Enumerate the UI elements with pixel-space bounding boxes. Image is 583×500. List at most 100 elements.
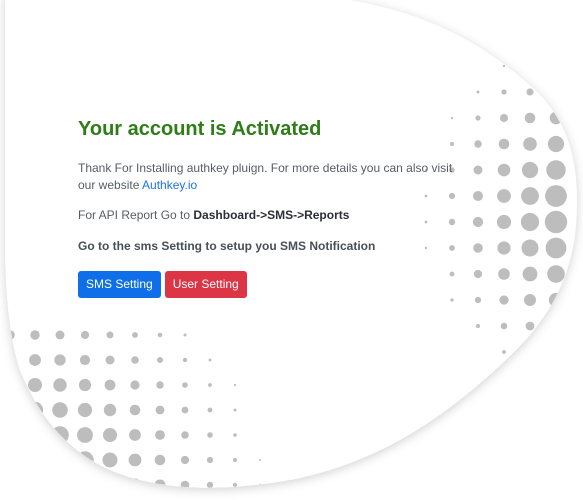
halftone-dot (552, 348, 560, 356)
halftone-dot (499, 295, 509, 305)
halftone-dot (25, 425, 45, 445)
halftone-dot (157, 332, 163, 338)
halftone-dot (548, 292, 564, 308)
halftone-dot (528, 376, 532, 380)
halftone-dot (102, 477, 118, 488)
halftone-dot (522, 266, 538, 282)
halftone-dot (524, 112, 536, 124)
halftone-dot (77, 402, 93, 418)
halftone-dot (106, 331, 114, 339)
halftone-dot (157, 357, 163, 363)
halftone-dot (128, 453, 142, 467)
halftone-dot (233, 458, 237, 462)
halftone-dot (181, 431, 189, 439)
halftone-dot (5, 449, 21, 471)
halftone-dot (475, 115, 481, 121)
halftone-dot (29, 354, 41, 366)
halftone-dot (521, 239, 539, 257)
halftone-dot (232, 482, 238, 488)
halftone-dot (497, 241, 511, 255)
setting-note: Go to the sms Setting to setup you SMS N… (78, 239, 376, 253)
halftone-dot (28, 378, 42, 392)
halftone-dot (80, 330, 90, 340)
button-row: SMS Setting User Setting (78, 271, 458, 298)
halftone-dot (49, 474, 71, 488)
halftone-dot (496, 214, 512, 230)
halftone-dot (130, 380, 140, 390)
halftone-dot (131, 356, 139, 364)
halftone-dot (450, 298, 454, 302)
halftone-dot (104, 379, 116, 391)
halftone-dot (105, 355, 115, 365)
halftone-dot (523, 137, 537, 151)
halftone-dot (233, 383, 237, 387)
halftone-dot (156, 381, 164, 389)
halftone-dot (51, 426, 69, 444)
halftone-dot (50, 450, 70, 470)
halftone-dot (23, 473, 47, 488)
halftone-dot (476, 324, 480, 328)
halftone-dot (521, 187, 539, 205)
halftone-dot (524, 294, 536, 306)
halftone-dot (5, 377, 18, 393)
halftone-dot (547, 135, 565, 153)
halftone-dot (498, 138, 510, 150)
api-report-prefix: For API Report Go to (78, 208, 194, 222)
halftone-dot (103, 428, 117, 442)
halftone-dot (52, 402, 68, 418)
halftone-dot (5, 472, 23, 488)
halftone-dot (182, 382, 188, 388)
halftone-dot (497, 189, 511, 203)
halftone-dot (155, 405, 165, 415)
halftone-dot (476, 90, 480, 94)
halftone-dot (497, 163, 511, 177)
halftone-dot (180, 455, 190, 465)
halftone-dot (526, 88, 534, 96)
halftone-dot (551, 87, 561, 97)
halftone-dot (132, 332, 138, 338)
halftone-dot (54, 354, 66, 366)
user-setting-button[interactable]: User Setting (164, 271, 247, 298)
halftone-dot (208, 383, 212, 387)
halftone-dot (155, 430, 165, 440)
halftone-dot (472, 216, 484, 228)
halftone-dot (180, 480, 190, 488)
halftone-dot (473, 191, 483, 201)
sms-setting-button[interactable]: SMS Setting (78, 271, 161, 298)
authkey-link[interactable]: Authkey.io (142, 178, 197, 192)
halftone-dot (549, 111, 563, 125)
halftone-dot (474, 140, 482, 148)
halftone-dot (79, 354, 91, 366)
halftone-dot (527, 349, 533, 355)
halftone-dot (206, 481, 214, 488)
halftone-dot (102, 452, 118, 468)
halftone-dot (77, 427, 93, 443)
halftone-dot (129, 429, 141, 441)
api-report-text: For API Report Go to Dashboard->SMS->Rep… (78, 207, 458, 224)
halftone-dot (30, 330, 40, 340)
halftone-dot (154, 479, 166, 488)
halftone-dot (258, 483, 262, 487)
halftone-dot (547, 265, 565, 283)
halftone-dot (76, 451, 94, 469)
halftone-dot (474, 296, 482, 304)
halftone-dot (502, 64, 506, 68)
halftone-dot (78, 378, 92, 392)
activation-card: Your account is Activated Thank For Inst… (0, 0, 583, 500)
halftone-dot (5, 425, 20, 445)
halftone-dot (525, 321, 535, 331)
halftone-dot (498, 268, 510, 280)
halftone-dot (154, 454, 166, 466)
halftone-dot (26, 401, 44, 419)
api-report-path: Dashboard->SMS->Reports (193, 208, 350, 222)
halftone-dot (545, 185, 567, 207)
halftone-dot (554, 376, 558, 380)
halftone-dot (5, 354, 16, 366)
halftone-dot (128, 478, 142, 488)
halftone-dot (53, 378, 67, 392)
halftone-dot (5, 401, 19, 419)
halftone-dot (553, 63, 559, 69)
halftone-dot (206, 456, 214, 464)
main-content: Your account is Activated Thank For Inst… (78, 116, 458, 298)
halftone-dot (473, 165, 483, 175)
